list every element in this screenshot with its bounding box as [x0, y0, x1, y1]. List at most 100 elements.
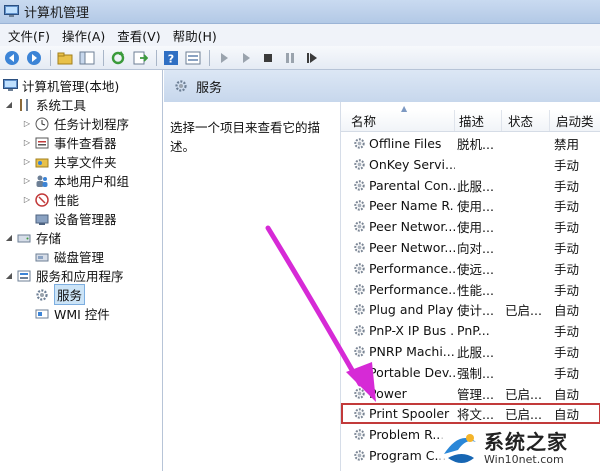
title-bar: 计算机管理	[0, 0, 600, 24]
services-apps-icon	[16, 268, 32, 284]
service-row[interactable]: Print Spooler 将文... 已启... 自动	[341, 403, 600, 425]
menu-view[interactable]: 查看(V)	[113, 26, 164, 45]
collapse-arrow-icon[interactable]: ▷	[22, 176, 32, 185]
tree-label: 本地用户和组	[54, 174, 130, 189]
toolbar-separator	[209, 49, 210, 66]
menu-help[interactable]: 帮助(H)	[169, 26, 221, 45]
device-manager-icon	[34, 211, 50, 227]
service-gear-icon	[353, 345, 366, 358]
column-name[interactable]: ▲ 名称	[341, 104, 455, 131]
tree-item-performance[interactable]: ▷ 性能	[22, 190, 79, 209]
column-header-row: ▲ 名称 描述 状态 启动类	[341, 104, 600, 132]
service-row[interactable]: OnKey Servi... 手动	[341, 154, 600, 175]
service-row[interactable]: Parental Con... 此服... 手动	[341, 175, 600, 196]
window-title: 计算机管理	[24, 6, 90, 21]
watermark-title: 系统之家	[484, 429, 568, 454]
tree-item-root[interactable]: 计算机管理(本地)	[2, 76, 119, 95]
service-description: 将文...	[457, 407, 494, 423]
service-gear-icon	[353, 303, 366, 316]
service-startup-type: 手动	[554, 199, 580, 215]
service-description: 脱机...	[457, 137, 494, 152]
service-row[interactable]: Peer Networ... 使用... 手动	[341, 216, 600, 237]
play-icon[interactable]	[214, 48, 234, 68]
menu-action[interactable]: 操作(A)	[58, 26, 109, 45]
service-name-cell: PnP-X IP Bus ...	[341, 323, 455, 338]
column-startup-type[interactable]: 启动类	[550, 110, 600, 131]
service-row[interactable]: Offline Files 脱机... 禁用	[341, 133, 600, 154]
service-description: 此服...	[457, 178, 494, 194]
service-gear-icon	[353, 387, 366, 400]
collapse-arrow-icon[interactable]: ▷	[22, 119, 32, 128]
service-row[interactable]: Peer Name R... 使用... 手动	[341, 195, 600, 216]
tree-item-local-users[interactable]: ▷ 本地用户和组	[22, 171, 129, 190]
stop-icon[interactable]	[258, 48, 278, 68]
service-name-cell: Parental Con...	[341, 178, 455, 193]
service-startup-type: 手动	[554, 345, 580, 360]
column-status[interactable]: 状态	[502, 110, 550, 131]
pause-icon[interactable]	[280, 48, 300, 68]
back-icon[interactable]	[2, 48, 22, 68]
expand-arrow-icon[interactable]: ◢	[4, 233, 14, 242]
tree-item-shared-folders[interactable]: ▷ 共享文件夹	[22, 152, 117, 171]
menu-file[interactable]: 文件(F)	[4, 26, 54, 45]
clock-icon	[34, 116, 50, 132]
service-row[interactable]: PnP-X IP Bus ... PnP... 手动	[341, 320, 600, 341]
export-icon[interactable]	[130, 48, 150, 68]
tree-item-services[interactable]: 服务	[34, 284, 86, 305]
tools-icon	[16, 97, 32, 113]
service-name-cell: Plug and Play	[341, 302, 455, 317]
service-startup-type: 手动	[554, 282, 580, 298]
service-gear-icon	[353, 220, 366, 233]
collapse-arrow-icon[interactable]: ▷	[22, 157, 32, 166]
column-description-label: 描述	[459, 114, 485, 129]
service-name: Performance...	[369, 260, 455, 276]
service-description: 使计...	[457, 303, 494, 319]
refresh-icon[interactable]	[108, 48, 128, 68]
help-icon[interactable]: ?	[161, 48, 181, 68]
show-hide-tree-icon[interactable]	[77, 48, 97, 68]
tree-label: 磁盘管理	[54, 250, 105, 265]
expand-arrow-icon[interactable]: ◢	[4, 271, 14, 280]
service-row[interactable]: Plug and Play 使计... 已启... 自动	[341, 299, 600, 320]
toolbar: ?	[0, 46, 600, 70]
tree-label: 共享文件夹	[54, 155, 117, 170]
service-status: 已启...	[505, 407, 542, 423]
collapse-arrow-icon[interactable]: ▷	[22, 195, 32, 204]
service-name: Power	[369, 385, 407, 401]
restart-icon[interactable]	[302, 48, 322, 68]
expand-arrow-icon[interactable]: ◢	[4, 100, 14, 109]
tree-item-task-scheduler[interactable]: ▷ 任务计划程序	[22, 114, 129, 133]
computer-icon	[2, 78, 18, 94]
service-row[interactable]: PNRP Machi... 此服... 手动	[341, 341, 600, 362]
tree-item-disk-management[interactable]: 磁盘管理	[34, 247, 104, 266]
column-description[interactable]: 描述	[455, 110, 502, 131]
service-row[interactable]: Performance... 性能... 手动	[341, 279, 600, 300]
tree-item-device-manager[interactable]: 设备管理器	[34, 209, 117, 228]
service-name: Offline Files	[369, 136, 442, 151]
play-icon-2[interactable]	[236, 48, 256, 68]
tree-label: WMI 控件	[54, 307, 110, 322]
tree-item-event-viewer[interactable]: ▷ 事件查看器	[22, 133, 117, 152]
site-watermark: 系统之家 Win10net.com	[440, 425, 600, 471]
shared-folder-icon	[34, 154, 50, 170]
forward-icon[interactable]	[24, 48, 44, 68]
tree-item-storage[interactable]: ◢ 存储	[4, 228, 61, 247]
up-folder-icon[interactable]	[55, 48, 75, 68]
service-row[interactable]: Performance... 使远... 手动	[341, 258, 600, 279]
tree-item-system-tools[interactable]: ◢ 系统工具	[4, 95, 86, 114]
service-name-cell: Peer Networ...	[341, 240, 455, 255]
service-row[interactable]: Peer Networ... 向对... 手动	[341, 237, 600, 258]
tree-label: 系统工具	[36, 98, 87, 113]
services-header: 服务	[164, 70, 600, 102]
service-name: Peer Name R...	[369, 198, 455, 214]
properties-icon[interactable]	[183, 48, 203, 68]
service-row[interactable]: Portable Dev... 强制... 手动	[341, 362, 600, 383]
collapse-arrow-icon[interactable]: ▷	[22, 138, 32, 147]
service-gear-icon	[353, 179, 366, 192]
service-startup-type: 自动	[554, 303, 580, 319]
tree-item-services-apps[interactable]: ◢ 服务和应用程序	[4, 266, 124, 285]
services-list: ▲ 名称 描述 状态 启动类 Offline Files 脱机... 禁用 OnKey…	[340, 102, 600, 471]
service-row[interactable]: Power 管理... 已启... 自动	[341, 383, 600, 404]
service-description: 性能...	[457, 282, 494, 298]
tree-item-wmi[interactable]: WMI 控件	[34, 304, 110, 323]
